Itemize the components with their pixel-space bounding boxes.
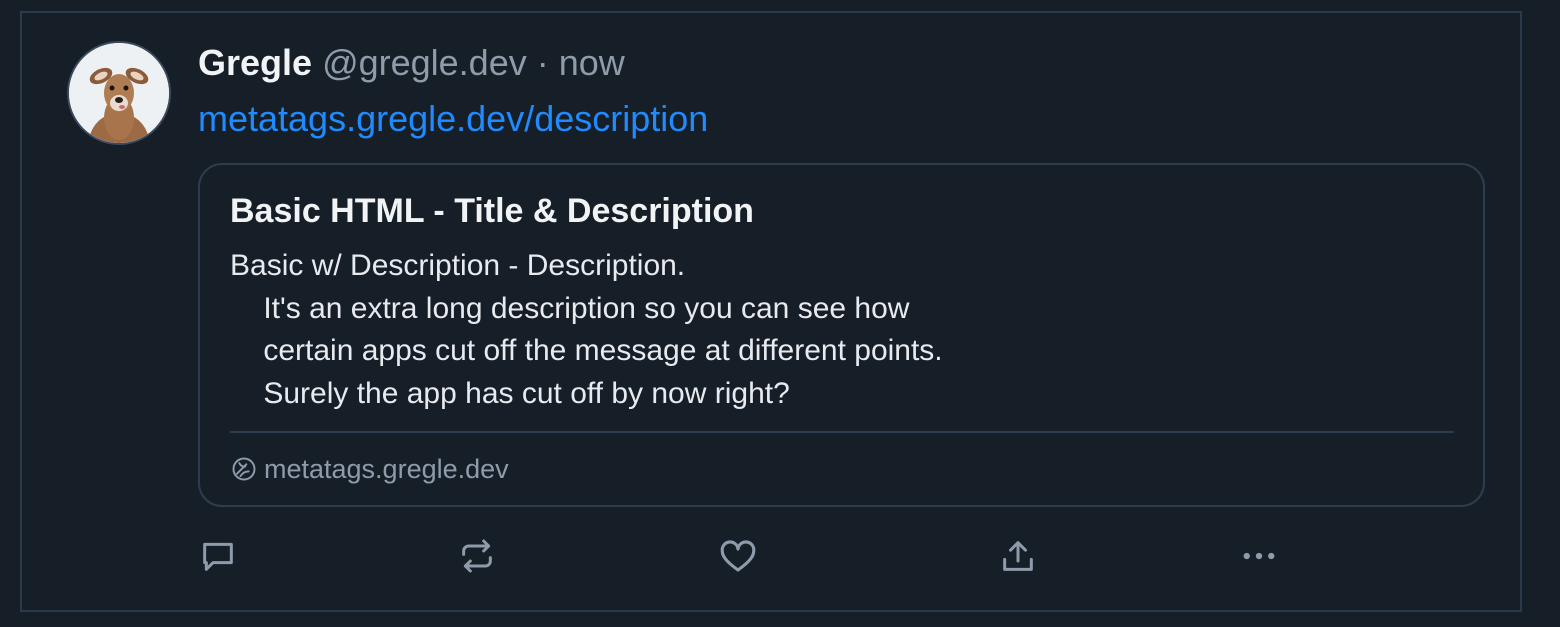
- link-card-title: Basic HTML - Title & Description: [230, 192, 754, 230]
- globe-icon: [232, 457, 256, 481]
- author-name[interactable]: Gregle: [198, 42, 312, 83]
- post-header: Gregle @gregle.dev · now: [198, 40, 625, 86]
- post-timestamp[interactable]: now: [559, 42, 625, 83]
- share-button[interactable]: [994, 532, 1042, 580]
- link-card-divider: [230, 431, 1454, 433]
- link-card-domain: metatags.gregle.dev: [264, 453, 509, 484]
- repost-icon: [462, 539, 492, 573]
- link-card-domain-row: metatags.gregle.dev: [230, 451, 509, 487]
- share-icon: [1003, 541, 1033, 571]
- author-avatar[interactable]: [67, 41, 171, 145]
- more-options-button[interactable]: [1235, 532, 1283, 580]
- header-separator: ·: [536, 42, 549, 83]
- like-icon: [720, 540, 756, 572]
- repost-button[interactable]: [453, 532, 501, 580]
- like-button[interactable]: [714, 532, 762, 580]
- reply-icon: [203, 542, 233, 571]
- deer-avatar-icon: [69, 43, 169, 143]
- author-handle[interactable]: @gregle.dev: [322, 42, 527, 83]
- post-text-link[interactable]: metatags.gregle.dev/description: [198, 96, 708, 142]
- more-icon: [1243, 552, 1275, 560]
- link-card[interactable]: Basic HTML - Title & Description Basic w…: [198, 163, 1485, 507]
- link-card-description: Basic w/ Description - Description. It's…: [230, 249, 943, 410]
- reply-button[interactable]: [194, 532, 242, 580]
